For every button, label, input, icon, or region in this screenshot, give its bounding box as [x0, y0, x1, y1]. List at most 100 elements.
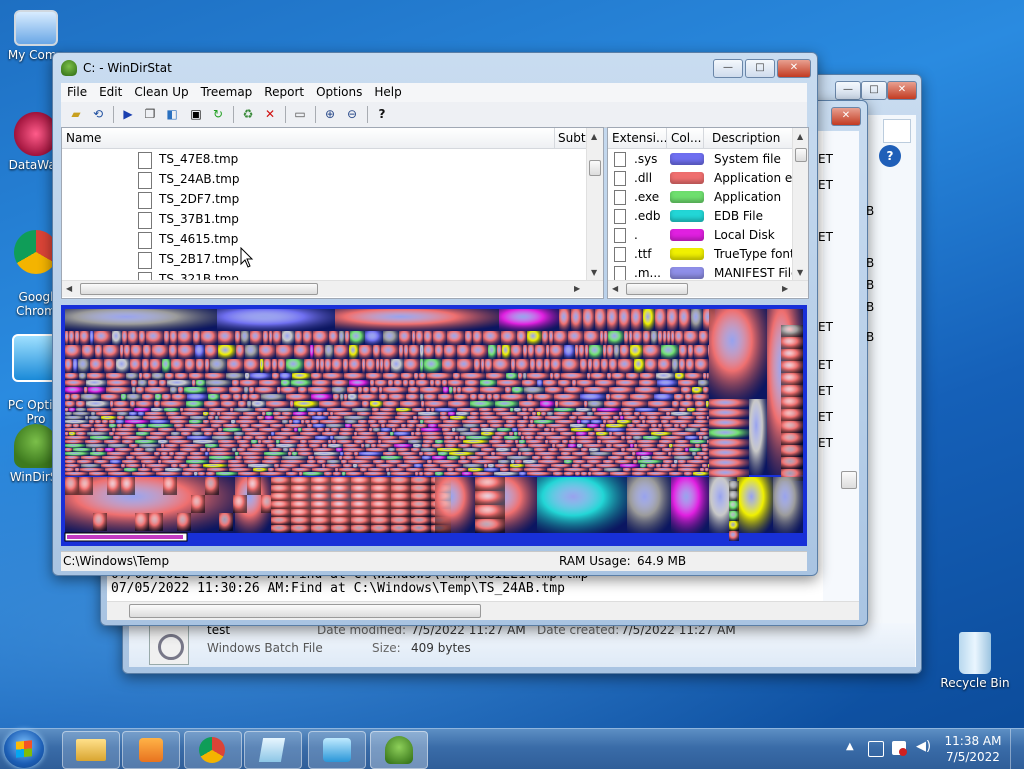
treemap-cell[interactable] [333, 472, 342, 476]
treemap-cell[interactable] [729, 491, 739, 501]
treemap-cell[interactable] [328, 416, 344, 420]
treemap-cell[interactable] [781, 373, 803, 385]
treemap-cell[interactable] [781, 409, 803, 421]
treemap-cell[interactable] [373, 428, 381, 432]
treemap-cell[interactable] [245, 432, 271, 436]
treemap-cell[interactable] [272, 359, 278, 373]
treemap-cell[interactable] [170, 331, 178, 345]
treemap-cell[interactable] [332, 380, 349, 387]
treemap-cell[interactable] [613, 432, 626, 436]
treemap-cell[interactable] [632, 452, 636, 456]
treemap-cell[interactable] [506, 373, 518, 380]
treemap-cell[interactable] [309, 444, 322, 448]
treemap-cell[interactable] [364, 472, 387, 476]
treemap-cell[interactable] [307, 424, 313, 428]
treemap-cell[interactable] [65, 464, 81, 468]
treemap-cell[interactable] [694, 345, 708, 359]
zoom-in-icon[interactable]: ⊕ [321, 106, 339, 123]
treemap-cell[interactable] [282, 412, 293, 416]
treemap-cell[interactable] [729, 521, 739, 531]
treemap-cell[interactable] [229, 387, 244, 394]
treemap-cell[interactable] [564, 387, 584, 394]
treemap-cell[interactable] [661, 420, 670, 424]
treemap-cell[interactable] [174, 424, 185, 428]
treemap-cell[interactable] [388, 448, 396, 452]
treemap-cell[interactable] [383, 387, 408, 394]
treemap-cell[interactable] [101, 416, 117, 420]
treemap-cell[interactable] [675, 331, 684, 345]
treemap-cell[interactable] [626, 448, 642, 452]
treemap-cell[interactable] [341, 460, 348, 464]
treemap-cell[interactable] [457, 359, 474, 373]
treemap-cell[interactable] [86, 444, 108, 448]
treemap-cell[interactable] [292, 416, 312, 420]
treemap-cell[interactable] [207, 468, 229, 472]
treemap-cell[interactable] [554, 394, 580, 401]
treemap-cell[interactable] [320, 420, 345, 424]
treemap-cell[interactable] [463, 424, 480, 428]
treemap-cell[interactable] [492, 444, 516, 448]
treemap-cell[interactable] [459, 436, 466, 440]
treemap-cell[interactable] [435, 440, 444, 444]
treemap-cell[interactable] [401, 424, 407, 428]
treemap-cell[interactable] [729, 481, 739, 491]
treemap-cell[interactable] [514, 432, 518, 436]
treemap-cell[interactable] [651, 424, 658, 428]
treemap-cell[interactable] [591, 420, 603, 424]
treemap-cell[interactable] [65, 416, 85, 420]
treemap-cell[interactable] [554, 408, 576, 412]
treemap-cell[interactable] [422, 432, 443, 436]
treemap-cell[interactable] [370, 387, 379, 394]
treemap-cell[interactable] [473, 472, 494, 476]
treemap-cell[interactable] [481, 359, 485, 373]
treemap-cell[interactable] [467, 416, 480, 420]
treemap-cell[interactable] [600, 424, 606, 428]
treemap-cell[interactable] [401, 373, 414, 380]
treemap-cell[interactable] [80, 468, 105, 472]
treemap-cell[interactable] [79, 477, 93, 495]
treemap-cell[interactable] [581, 420, 591, 424]
treemap-cell[interactable] [116, 420, 125, 424]
treemap-cell[interactable] [515, 440, 519, 444]
file-tree-row[interactable]: TS_2DF7.tmp [62, 190, 582, 209]
treemap-cell[interactable] [65, 331, 69, 345]
open-icon[interactable]: ▰ [67, 106, 85, 123]
treemap-cell[interactable] [463, 448, 481, 452]
treemap-cell[interactable] [411, 525, 431, 533]
treemap-cell[interactable] [217, 412, 221, 416]
treemap-cell[interactable] [391, 501, 411, 509]
treemap-cell[interactable] [371, 444, 377, 448]
treemap-cell[interactable] [535, 408, 554, 412]
treemap-cell[interactable] [368, 420, 378, 424]
treemap-cell[interactable] [65, 472, 89, 476]
treemap-cell[interactable] [204, 432, 213, 436]
treemap-cell[interactable] [71, 394, 81, 401]
treemap-cell[interactable] [245, 373, 250, 380]
treemap-cell[interactable] [230, 408, 234, 412]
treemap-cell[interactable] [672, 359, 679, 373]
treemap-cell[interactable] [176, 428, 201, 432]
treemap-cell[interactable] [707, 416, 709, 420]
treemap-cell[interactable] [678, 380, 698, 387]
treemap-cell[interactable] [478, 394, 487, 401]
treemap-cell[interactable] [139, 444, 161, 448]
zoom-out-icon[interactable]: ⊖ [343, 106, 361, 123]
treemap-cell[interactable] [693, 472, 709, 476]
treemap-cell[interactable] [707, 440, 709, 444]
treemap-cell[interactable] [391, 509, 411, 517]
treemap-cell[interactable] [534, 394, 554, 401]
scroll-right-arrow[interactable]: ▶ [782, 284, 788, 293]
treemap-cell[interactable] [391, 517, 411, 525]
treemap-cell[interactable] [453, 373, 461, 380]
treemap-cell[interactable] [487, 394, 493, 401]
treemap-cell[interactable] [680, 401, 695, 408]
treemap-cell[interactable] [601, 359, 609, 373]
treemap-cell[interactable] [657, 380, 678, 387]
treemap-cell[interactable] [126, 456, 136, 460]
treemap-cell[interactable] [438, 452, 449, 456]
treemap-cell[interactable] [200, 448, 207, 452]
column-header-description[interactable]: Description [708, 128, 796, 148]
treemap-canvas[interactable] [61, 305, 807, 546]
treemap-cell[interactable] [685, 448, 689, 452]
treemap-cell[interactable] [371, 509, 391, 517]
